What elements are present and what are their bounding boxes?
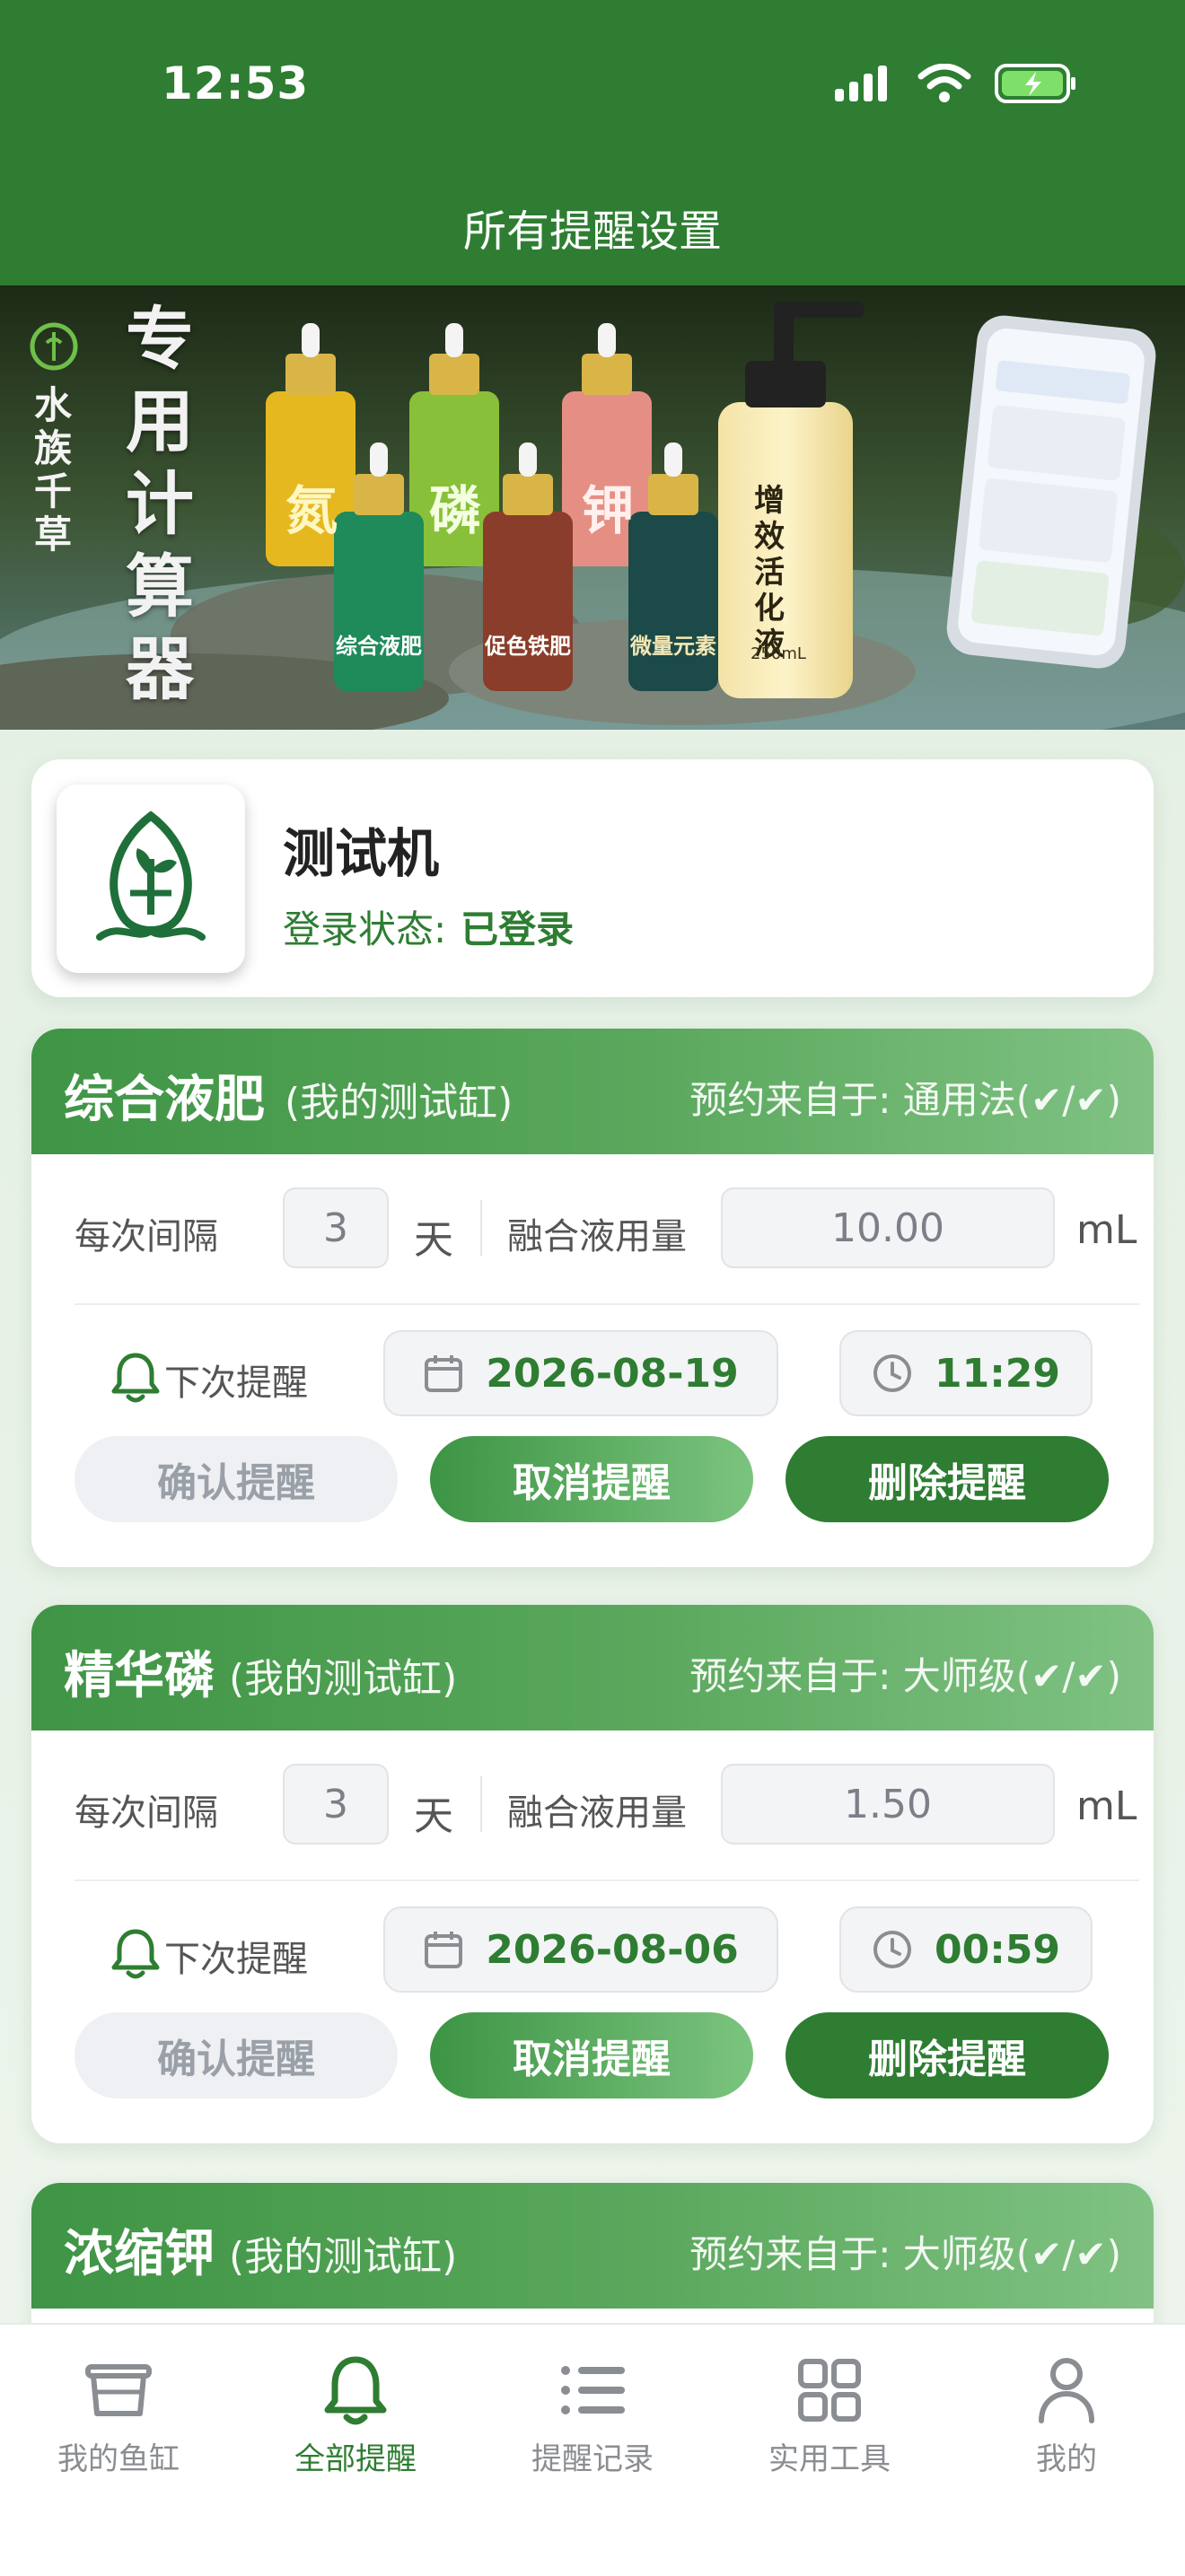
tab-label: 全部提醒 xyxy=(294,2441,417,2477)
bottle-label-n: 氮 xyxy=(285,480,338,541)
profile-name: 测试机 xyxy=(283,823,440,884)
dose-row: 每次间隔 3 天 融合液用量 10.00 mL xyxy=(75,1187,1137,1268)
date-picker[interactable]: 2026-08-19 xyxy=(383,1330,778,1416)
bell-icon xyxy=(111,1353,160,1403)
delete-reminder-button[interactable]: 删除提醒 xyxy=(786,1436,1109,1522)
confirm-reminder-button[interactable]: 确认提醒 xyxy=(75,1436,398,1522)
divider xyxy=(75,1879,1139,1881)
tab-tools[interactable]: 实用工具 xyxy=(731,2352,928,2478)
dosage-input[interactable]: 10.00 xyxy=(721,1187,1055,1268)
tab-all-reminders[interactable]: 全部提醒 xyxy=(257,2352,454,2478)
reminder-date: 2026-08-06 xyxy=(486,1926,739,1973)
page-title: 所有提醒设置 xyxy=(462,206,722,257)
app-logo xyxy=(57,784,245,973)
status-icons xyxy=(835,63,1077,104)
reminder-source: 预约来自于: 大师级(✔/✔) xyxy=(689,2232,1121,2276)
dose-row: 每次间隔 3 天 融合液用量 1.50 mL xyxy=(75,1764,1137,1844)
interval-input[interactable]: 3 xyxy=(283,1187,389,1268)
schedule-row: 下次提醒 2026-08-19 11:29 xyxy=(75,1330,1134,1416)
confirm-reminder-button[interactable]: 确认提醒 xyxy=(75,2012,398,2098)
pump-bottle-label: 增效活化液 xyxy=(754,483,785,662)
action-row: 确认提醒 取消提醒 删除提醒 xyxy=(75,1436,1134,1522)
banner-headline: 专用计算器 xyxy=(126,299,194,709)
login-status-value: 已登录 xyxy=(461,907,575,951)
bottle-label-iron: 促色铁肥 xyxy=(485,633,571,659)
time-picker[interactable]: 00:59 xyxy=(839,1906,1093,1993)
fish-tank-icon xyxy=(85,2364,152,2416)
divider xyxy=(480,1776,482,1832)
reminder-time: 00:59 xyxy=(934,1926,1061,1973)
action-row: 确认提醒 取消提醒 删除提醒 xyxy=(75,2012,1134,2098)
reminder-card: 精华磷 (我的测试缸) 预约来自于: 大师级(✔/✔) 每次间隔 3 天 融合液… xyxy=(31,1605,1154,2143)
reminder-name: 综合液肥 xyxy=(64,1071,265,1129)
reminder-header: 综合液肥 (我的测试缸) 预约来自于: 通用法(✔/✔) xyxy=(31,1029,1154,1154)
clock-icon xyxy=(873,1354,911,1392)
tab-label: 我的 xyxy=(1036,2441,1097,2477)
reminder-source: 预约来自于: 通用法(✔/✔) xyxy=(689,1078,1121,1122)
login-status-label: 登录状态: xyxy=(283,907,447,951)
tab-my-tanks[interactable]: 我的鱼缸 xyxy=(20,2352,217,2478)
reminder-header: 浓缩钾 (我的测试缸) 预约来自于: 大师级(✔/✔) xyxy=(31,2183,1154,2309)
calendar-icon xyxy=(425,1355,463,1392)
day-unit: 天 xyxy=(414,1217,453,1263)
bell-icon xyxy=(324,2356,387,2425)
tab-me[interactable]: 我的 xyxy=(968,2352,1165,2478)
tab-reminder-history[interactable]: 提醒记录 xyxy=(494,2352,691,2478)
time-picker[interactable]: 11:29 xyxy=(839,1330,1093,1416)
bell-icon xyxy=(111,1929,160,1979)
promo-banner[interactable]: 水族千草 专用计算器 氮 磷 钾 综合液肥 促色铁肥 微量元素 增效活化液 25… xyxy=(0,285,1185,730)
cancel-reminder-button[interactable]: 取消提醒 xyxy=(430,1436,753,1522)
delete-reminder-button[interactable]: 删除提醒 xyxy=(786,2012,1109,2098)
bottle-label-compound: 综合液肥 xyxy=(336,633,422,659)
reminder-source: 预约来自于: 大师级(✔/✔) xyxy=(689,1654,1121,1698)
reminder-tank: (我的测试缸) xyxy=(229,2234,458,2280)
next-reminder-label: 下次提醒 xyxy=(164,1362,308,1404)
interval-input[interactable]: 3 xyxy=(283,1764,389,1844)
calendar-icon xyxy=(425,1932,463,1968)
bottom-tab-bar: 我的鱼缸 全部提醒 提醒记录 实用工具 我的 xyxy=(0,2323,1185,2576)
schedule-row: 下次提醒 2026-08-06 00:59 xyxy=(75,1906,1134,1993)
bottle-label-p: 磷 xyxy=(429,480,482,541)
bottle-label-k: 钾 xyxy=(582,480,635,541)
interval-label: 每次间隔 xyxy=(75,1792,218,1834)
grid-icon xyxy=(798,2359,861,2422)
leaf-logo-icon xyxy=(96,810,206,941)
profile-card[interactable]: 测试机 登录状态: 已登录 xyxy=(31,759,1154,997)
interval-label: 每次间隔 xyxy=(75,1216,218,1257)
login-status: 登录状态: 已登录 xyxy=(283,899,574,954)
signal-icon xyxy=(835,66,887,101)
reminder-tank: (我的测试缸) xyxy=(229,1656,458,1702)
next-reminder-label: 下次提醒 xyxy=(164,1939,308,1980)
ml-unit: mL xyxy=(1076,1783,1137,1829)
divider xyxy=(480,1200,482,1256)
reminder-date: 2026-08-19 xyxy=(486,1350,739,1397)
dosage-input[interactable]: 1.50 xyxy=(721,1764,1055,1844)
user-icon xyxy=(1039,2358,1094,2423)
wifi-icon xyxy=(917,64,971,102)
reminder-tank: (我的测试缸) xyxy=(285,1080,514,1126)
ml-unit: mL xyxy=(1076,1207,1137,1253)
tab-label: 实用工具 xyxy=(768,2441,891,2477)
reminder-card: 综合液肥 (我的测试缸) 预约来自于: 通用法(✔/✔) 每次间隔 3 天 融合… xyxy=(31,1029,1154,1567)
day-unit: 天 xyxy=(414,1793,453,1839)
pump-bottle-volume: 250mL xyxy=(750,644,806,663)
reminder-time: 11:29 xyxy=(934,1350,1061,1397)
reminder-header: 精华磷 (我的测试缸) 预约来自于: 大师级(✔/✔) xyxy=(31,1605,1154,1730)
app-header: 12:53 所有提醒设置 xyxy=(0,0,1185,285)
dosage-label: 融合液用量 xyxy=(507,1792,687,1834)
bottle-label-trace: 微量元素 xyxy=(630,633,716,659)
tab-label: 提醒记录 xyxy=(531,2441,654,2477)
tab-label: 我的鱼缸 xyxy=(57,2441,180,2477)
battery-icon xyxy=(995,64,1075,103)
clock-icon xyxy=(873,1931,911,1968)
list-icon xyxy=(561,2366,625,2414)
reminder-name: 浓缩钾 xyxy=(64,2225,215,2283)
dosage-label: 融合液用量 xyxy=(507,1216,687,1257)
divider xyxy=(75,1303,1139,1305)
status-time: 12:53 xyxy=(162,57,310,110)
banner-brand: 水族千草 xyxy=(34,383,73,556)
date-picker[interactable]: 2026-08-06 xyxy=(383,1906,778,1993)
reminder-name: 精华磷 xyxy=(64,1647,215,1705)
cancel-reminder-button[interactable]: 取消提醒 xyxy=(430,2012,753,2098)
